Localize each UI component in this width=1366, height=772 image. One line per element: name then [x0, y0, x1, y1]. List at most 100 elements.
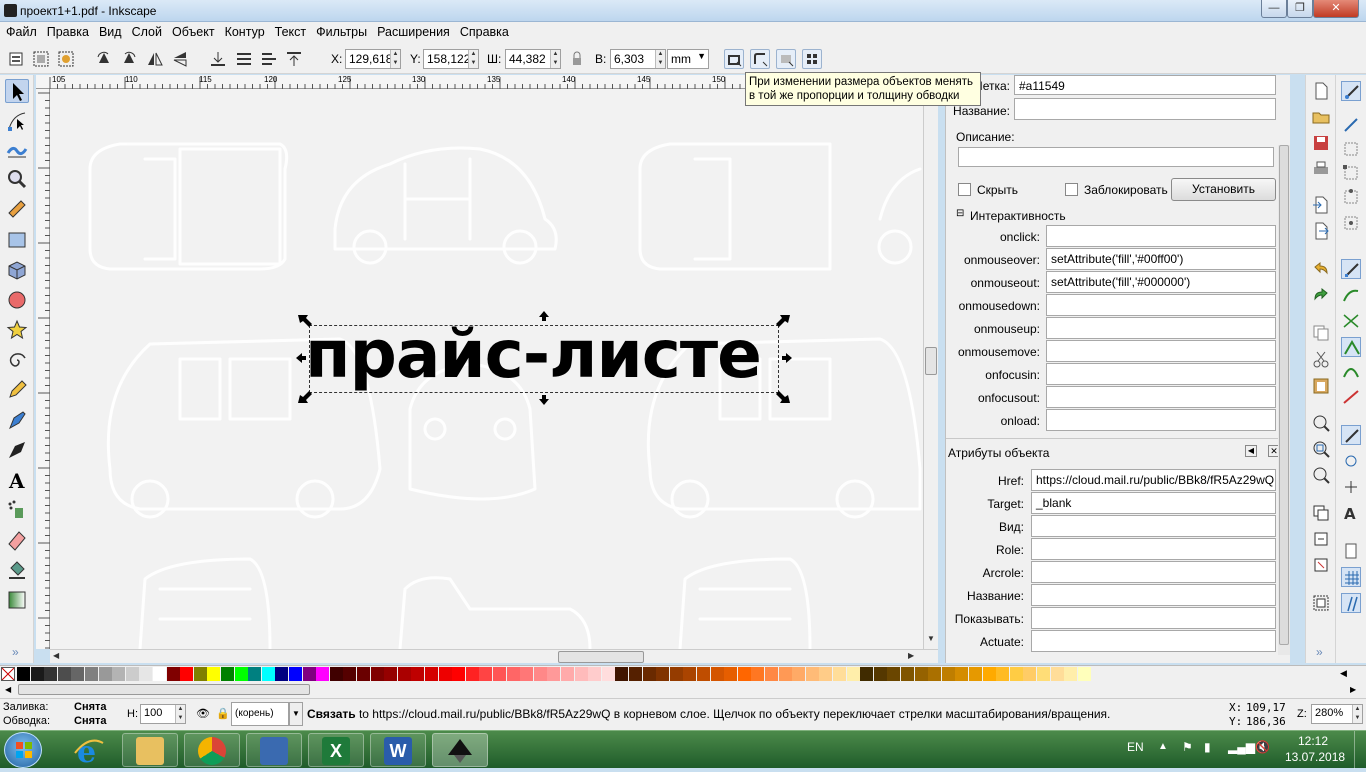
gradient-tool-icon[interactable] — [5, 588, 29, 612]
color-swatch[interactable] — [955, 667, 969, 681]
raise-to-top-icon[interactable] — [284, 49, 304, 69]
snap-guides-icon[interactable] — [1341, 593, 1361, 613]
snap-nodes-icon[interactable] — [1341, 259, 1361, 279]
color-swatch[interactable] — [969, 667, 982, 681]
attr-input[interactable] — [1031, 607, 1276, 629]
x-input[interactable]: 129,618 ▲ ▼ — [345, 49, 401, 69]
color-swatch[interactable] — [1077, 667, 1091, 681]
unit-select[interactable]: mm ▼ — [667, 49, 709, 69]
color-swatch[interactable] — [860, 667, 874, 681]
move-patterns-icon[interactable] — [802, 49, 822, 69]
snap-intersection-icon[interactable] — [1341, 311, 1361, 331]
menu-path[interactable]: Контур — [219, 22, 269, 39]
color-swatch[interactable] — [941, 667, 955, 681]
attr-input[interactable] — [1031, 538, 1276, 560]
snap-text-baseline-icon[interactable]: A — [1341, 503, 1361, 523]
snap-object-midpoints-icon[interactable] — [1341, 451, 1361, 471]
color-swatch[interactable] — [221, 667, 234, 681]
rotate-ccw-icon[interactable] — [94, 49, 114, 69]
snap-bbox-center-icon[interactable] — [1341, 213, 1361, 233]
color-swatch[interactable] — [1037, 667, 1050, 681]
group-icon[interactable] — [1311, 593, 1331, 613]
open-folder-icon[interactable] — [1311, 107, 1331, 127]
undock-panel-icon[interactable]: ◀ — [1245, 445, 1257, 457]
minimize-button[interactable]: — — [1261, 0, 1287, 18]
layer-lock-icon[interactable]: 🔒 — [216, 707, 230, 720]
color-swatch[interactable] — [737, 667, 751, 681]
spray-tool-icon[interactable] — [5, 498, 29, 522]
lock-proportions-icon[interactable] — [567, 49, 587, 69]
no-paint-swatch[interactable] — [1, 667, 15, 681]
pen-tool-icon[interactable] — [5, 408, 29, 432]
new-document-icon[interactable] — [1311, 81, 1331, 101]
snap-toggle-icon[interactable] — [1341, 81, 1361, 101]
color-swatch[interactable] — [316, 667, 330, 681]
color-swatch[interactable] — [234, 667, 248, 681]
color-swatch[interactable] — [98, 667, 112, 681]
attr-input[interactable] — [1031, 561, 1276, 583]
zoom-page-icon[interactable] — [1311, 465, 1331, 485]
color-swatch[interactable] — [329, 667, 343, 681]
close-window-button[interactable]: ✕ — [1313, 0, 1359, 18]
color-swatch[interactable] — [180, 667, 194, 681]
3d-box-tool-icon[interactable] — [5, 258, 29, 282]
color-swatch[interactable] — [547, 667, 561, 681]
menu-layer[interactable]: Слой — [126, 22, 166, 39]
color-swatch[interactable] — [615, 667, 629, 681]
snap-bbox-midpoint-icon[interactable] — [1341, 187, 1361, 207]
color-swatch[interactable] — [425, 667, 438, 681]
color-swatch[interactable] — [588, 667, 602, 681]
color-swatch[interactable] — [873, 667, 887, 681]
battery-icon[interactable]: ▮ — [1204, 740, 1211, 754]
color-swatch[interactable] — [506, 667, 520, 681]
color-swatch[interactable] — [125, 667, 139, 681]
color-swatch[interactable] — [30, 667, 44, 681]
color-swatch[interactable] — [901, 667, 914, 681]
attr-input[interactable] — [1031, 515, 1276, 537]
zoom-drawing-icon[interactable] — [1311, 439, 1331, 459]
color-swatch[interactable] — [710, 667, 724, 681]
color-swatch[interactable] — [153, 667, 166, 681]
vertical-ruler[interactable] — [36, 89, 50, 649]
color-swatch[interactable] — [751, 667, 765, 681]
menu-edit[interactable]: Правка — [41, 22, 93, 39]
snap-bbox-icon[interactable] — [1341, 115, 1361, 135]
spiral-tool-icon[interactable] — [5, 348, 29, 372]
color-swatch[interactable] — [452, 667, 466, 681]
color-swatch[interactable] — [629, 667, 642, 681]
color-swatch[interactable] — [71, 667, 85, 681]
color-swatch[interactable] — [357, 667, 370, 681]
layer-select[interactable]: (корень) — [231, 702, 289, 726]
calligraphy-tool-icon[interactable] — [5, 438, 29, 462]
color-swatch[interactable] — [778, 667, 792, 681]
toolbox-more-icon[interactable]: » — [12, 645, 19, 659]
color-swatch[interactable] — [656, 667, 670, 681]
show-desktop-button[interactable] — [1354, 731, 1366, 769]
menu-view[interactable]: Вид — [93, 22, 126, 39]
canvas-text-object[interactable]: прайс-листе — [305, 315, 762, 395]
canvas-horizontal-scrollbar[interactable]: ◀ ▶ — [50, 649, 938, 663]
print-icon[interactable] — [1311, 159, 1331, 179]
palette-scroll-right-icon[interactable]: ▶ — [1350, 685, 1356, 694]
event-input[interactable] — [1046, 294, 1276, 316]
hscroll-thumb[interactable] — [558, 651, 644, 663]
event-input[interactable]: setAttribute('fill','#000000') — [1046, 271, 1276, 293]
flip-vertical-icon[interactable] — [170, 49, 190, 69]
color-swatch[interactable] — [166, 667, 180, 681]
color-swatch[interactable] — [57, 667, 71, 681]
event-input[interactable] — [1046, 340, 1276, 362]
palette-menu-icon[interactable]: ◀ — [1340, 668, 1347, 679]
scale-stroke-icon[interactable] — [724, 49, 744, 69]
color-swatch[interactable] — [819, 667, 833, 681]
color-swatch[interactable] — [833, 667, 846, 681]
height-input[interactable]: 6,303 ▲ ▼ — [610, 49, 666, 69]
move-gradients-icon[interactable] — [776, 49, 796, 69]
y-input[interactable]: 158,122 ▲ ▼ — [423, 49, 479, 69]
color-swatch[interactable] — [887, 667, 901, 681]
menu-object[interactable]: Объект — [166, 22, 219, 39]
taskbar-word[interactable]: W — [370, 733, 426, 767]
color-swatch[interactable] — [642, 667, 656, 681]
color-swatch[interactable] — [193, 667, 207, 681]
opacity-input[interactable]: 100 ▲ ▼ — [140, 704, 186, 724]
redo-icon[interactable] — [1311, 285, 1331, 305]
